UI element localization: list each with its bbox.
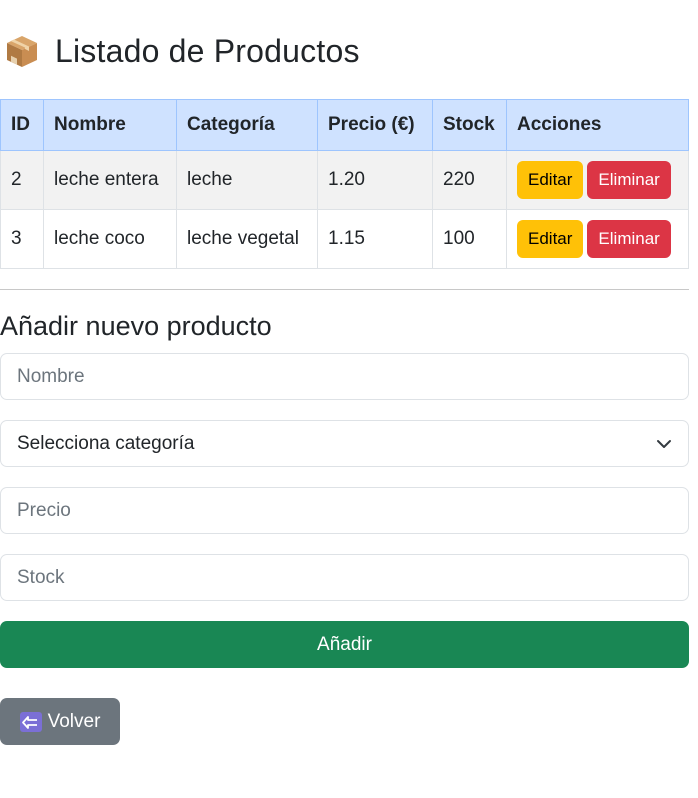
column-header-categoria: Categoría (176, 99, 318, 151)
form-title: Añadir nuevo producto (0, 311, 272, 341)
column-header-id: ID (0, 99, 44, 151)
cell-precio: 1.15 (317, 209, 433, 269)
column-header-nombre: Nombre (43, 99, 177, 151)
cell-acciones: Editar Eliminar (506, 150, 689, 210)
add-button[interactable]: Añadir (0, 621, 689, 668)
price-input[interactable] (0, 487, 689, 534)
page-header: Listado de Productos (5, 30, 360, 72)
stock-input[interactable] (0, 554, 689, 601)
cell-nombre: leche entera (43, 150, 177, 210)
cell-id: 3 (0, 209, 44, 269)
cell-id: 2 (0, 150, 44, 210)
cell-acciones: Editar Eliminar (506, 209, 689, 269)
cell-stock: 220 (432, 150, 507, 210)
table-row: 3 leche coco leche vegetal 1.15 100 Edit… (0, 209, 689, 269)
column-header-precio: Precio (€) (317, 99, 433, 151)
table-header-row: ID Nombre Categoría Precio (€) Stock Acc… (0, 99, 689, 151)
package-icon (7, 36, 37, 67)
back-button[interactable]: Volver (0, 698, 120, 745)
products-table: ID Nombre Categoría Precio (€) Stock Acc… (0, 99, 689, 269)
back-arrow-icon (19, 711, 42, 732)
section-divider (0, 289, 689, 290)
cell-categoria: leche (176, 150, 318, 210)
category-select[interactable]: Selecciona categoría (0, 420, 689, 467)
delete-button[interactable]: Eliminar (587, 220, 671, 258)
name-input[interactable] (0, 353, 689, 400)
edit-button[interactable]: Editar (517, 220, 584, 258)
cell-precio: 1.20 (317, 150, 433, 210)
column-header-acciones: Acciones (506, 99, 689, 151)
cell-nombre: leche coco (43, 209, 177, 269)
column-header-stock: Stock (432, 99, 507, 151)
delete-button[interactable]: Eliminar (587, 161, 671, 199)
cell-stock: 100 (432, 209, 507, 269)
category-select-value: Selecciona categoría (17, 432, 195, 454)
chevron-down-icon (657, 439, 671, 448)
cell-categoria: leche vegetal (176, 209, 318, 269)
table-row: 2 leche entera leche 1.20 220 Editar Elim… (0, 150, 689, 210)
back-button-label: Volver (47, 710, 101, 732)
page-title: Listado de Productos (55, 32, 360, 69)
edit-button[interactable]: Editar (517, 161, 584, 199)
